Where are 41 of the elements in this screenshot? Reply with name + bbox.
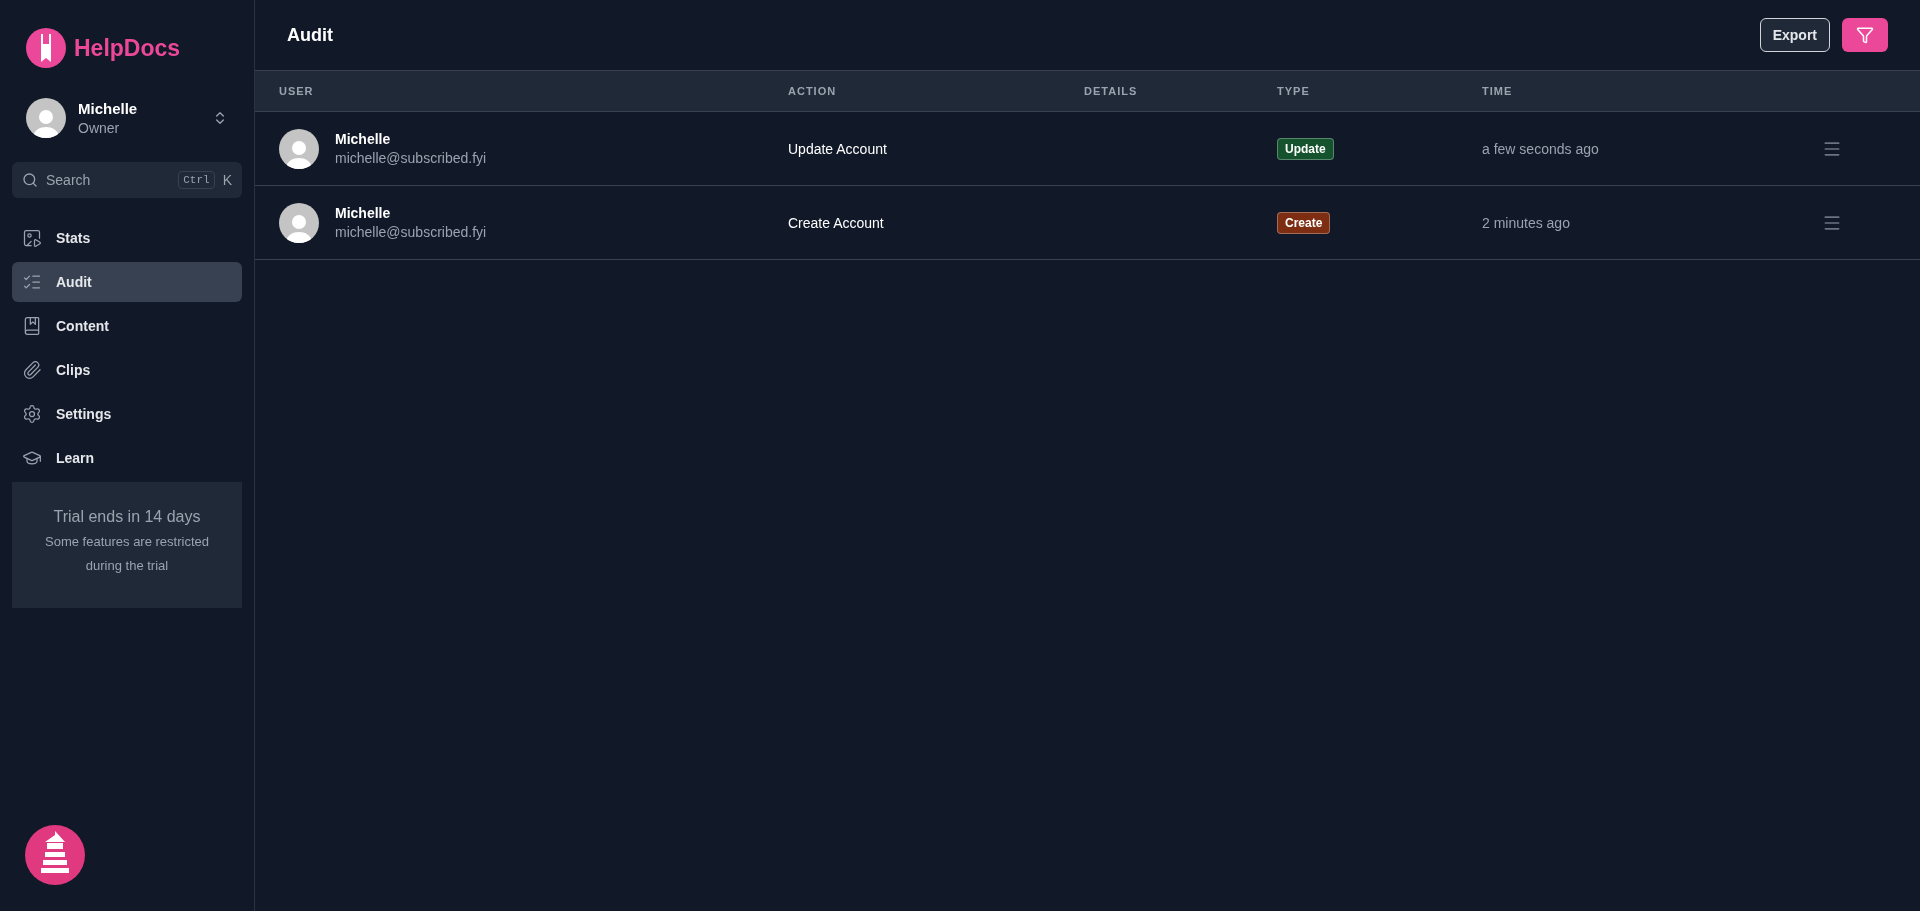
account-name: Michelle	[78, 100, 139, 117]
nav-item[interactable]: Stats	[12, 218, 242, 258]
user-name: Michelle	[335, 205, 392, 221]
nav-item[interactable]: Audit	[12, 262, 242, 302]
paperclip-icon	[22, 360, 42, 380]
brand-name: HelpDocs	[74, 34, 181, 62]
logo-icon	[26, 28, 66, 68]
action-cell-text: Create Account	[788, 214, 885, 231]
shortcut-key: Ctrl	[178, 171, 215, 189]
column-header: TIME	[1482, 85, 1514, 97]
account-role: Owner	[78, 120, 121, 136]
nav-item[interactable]: Learn	[12, 438, 242, 478]
filter-button[interactable]	[1842, 18, 1888, 52]
column-header: USER	[279, 85, 315, 97]
filter-icon	[1856, 26, 1874, 44]
time-cell-text: a few seconds ago	[1482, 140, 1600, 157]
user-email: michelle@subscribed.fyi	[335, 150, 487, 166]
user-email: michelle@subscribed.fyi	[335, 224, 487, 240]
lighthouse-icon[interactable]	[25, 825, 85, 885]
column-header: TYPE	[1277, 85, 1311, 97]
shortcut-key: K	[222, 172, 232, 188]
search-field[interactable]: Search Ctrl K	[12, 162, 242, 198]
type-tag: Create	[1277, 211, 1331, 234]
user-name: Michelle	[335, 131, 392, 147]
search-placeholder: Search	[46, 172, 92, 188]
nav-item[interactable]: Clips	[12, 350, 242, 390]
book-icon	[22, 316, 42, 336]
time-cell-text: 2 minutes ago	[1482, 214, 1571, 231]
nav-item[interactable]: Content	[12, 306, 242, 346]
trial-title: Trial ends in 14 days	[52, 508, 202, 526]
action-cell-text: Update Account	[788, 140, 888, 157]
column-header: DETAILS	[1084, 85, 1139, 97]
export-button[interactable]: Export	[1759, 18, 1830, 52]
picture-icon	[22, 228, 42, 248]
settings-icon	[22, 404, 42, 424]
type-tag: Update	[1277, 137, 1334, 160]
trial-text: Some features are restricted during the trial	[44, 533, 210, 575]
column-header: ACTION	[788, 85, 838, 97]
page-title: Audit	[287, 24, 333, 46]
nav-item[interactable]: Settings	[12, 394, 242, 434]
search-icon	[22, 172, 38, 188]
